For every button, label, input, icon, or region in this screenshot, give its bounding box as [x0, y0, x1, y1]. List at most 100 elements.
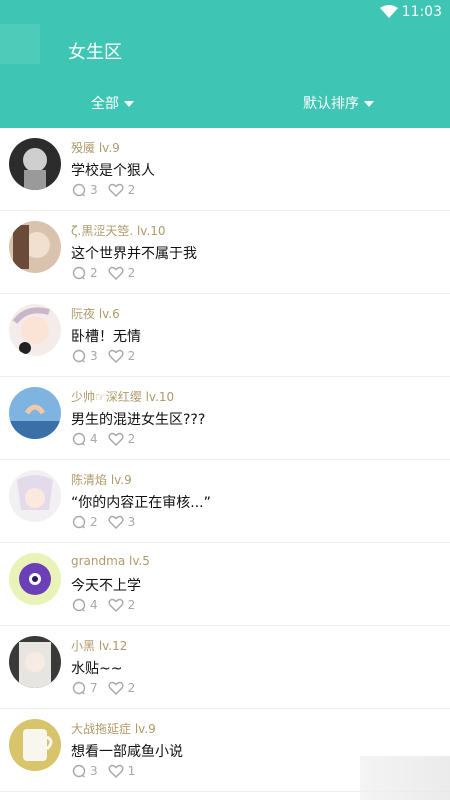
avatar[interactable]	[9, 138, 61, 190]
like-count-value: 1	[127, 764, 136, 778]
comment-count-value: 3	[90, 764, 98, 778]
comment-count-value: 2	[90, 515, 98, 529]
avatar[interactable]	[9, 470, 61, 522]
avatar[interactable]	[9, 221, 61, 273]
filter-all-label: 全部	[91, 96, 119, 112]
comment-count[interactable]: 3	[72, 349, 98, 363]
header-decoration	[0, 24, 40, 64]
username[interactable]: 少帅☞深红缨 lv.10	[71, 388, 174, 405]
post-row[interactable]: 少帅☞深红缨 lv.10 男生的混进女生区??? 4 2	[0, 377, 450, 460]
comment-count-value: 3	[90, 183, 98, 197]
heart-icon	[108, 681, 124, 695]
avatar[interactable]	[9, 387, 61, 439]
comment-count-value: 7	[90, 681, 98, 695]
heart-icon	[108, 349, 124, 363]
comment-icon	[72, 183, 86, 197]
comment-count-value: 4	[90, 432, 98, 446]
username[interactable]: grandma lv.5	[71, 554, 150, 568]
page-title: 女生区	[68, 42, 122, 63]
header: 女生区 全部 默认排序	[0, 24, 450, 128]
post-title[interactable]: 学校是个狠人	[71, 160, 155, 180]
post-title[interactable]: 卧槽！无情	[71, 326, 141, 346]
like-count-value: 2	[127, 432, 136, 446]
post-stats: 3 2	[72, 183, 145, 197]
like-count[interactable]: 2	[108, 598, 136, 612]
comment-count-value: 4	[90, 598, 98, 612]
post-row[interactable]: 阮夜 lv.6 卧槽！无情 3 2	[0, 294, 450, 377]
avatar[interactable]	[9, 553, 61, 605]
username[interactable]: ζ.黒涩天箜. lv.10	[71, 222, 166, 239]
like-count[interactable]: 2	[108, 681, 136, 695]
post-title[interactable]: 水贴~~	[71, 658, 122, 678]
like-count-value: 2	[127, 681, 136, 695]
heart-icon	[108, 266, 124, 280]
caret-down-icon	[124, 100, 134, 107]
post-title[interactable]: 想看一部咸鱼小说	[71, 741, 183, 761]
post-title[interactable]: 男生的混进女生区???	[71, 409, 205, 429]
sort-dropdown[interactable]: 默认排序	[303, 93, 374, 113]
like-count[interactable]: 2	[108, 183, 135, 197]
post-row[interactable]: 小黑 lv.12 水贴~~ 7 2	[0, 626, 450, 709]
comment-count[interactable]: 3	[72, 764, 98, 778]
post-stats: 3 1	[72, 764, 145, 778]
comment-icon	[72, 266, 86, 280]
like-count[interactable]: 2	[108, 349, 136, 363]
comment-count[interactable]: 4	[72, 432, 98, 446]
avatar[interactable]	[9, 304, 61, 356]
avatar[interactable]	[9, 719, 61, 771]
comment-icon	[72, 349, 86, 363]
like-count[interactable]: 2	[108, 432, 136, 446]
post-stats: 3 2	[72, 349, 145, 363]
post-stats: 2 3	[72, 515, 145, 529]
username[interactable]: 小黑 lv.12	[71, 637, 127, 654]
comment-icon	[72, 515, 86, 529]
post-stats: 4 2	[72, 598, 145, 612]
comment-icon	[72, 681, 86, 695]
comment-count[interactable]: 7	[72, 681, 98, 695]
filter-all-dropdown[interactable]: 全部	[91, 93, 134, 113]
avatar[interactable]	[9, 636, 61, 688]
comment-icon	[72, 764, 86, 778]
post-row[interactable]: 陈清焰 lv.9 “你的内容正在审核...” 2 3	[0, 460, 450, 543]
post-title[interactable]: 今天不上学	[71, 575, 141, 595]
post-title[interactable]: “你的内容正在审核...”	[71, 492, 211, 512]
comment-count[interactable]: 2	[72, 515, 98, 529]
post-stats: 4 2	[72, 432, 145, 446]
username[interactable]: 阮夜 lv.6	[71, 305, 120, 322]
comment-count-value: 3	[90, 349, 98, 363]
heart-icon	[108, 764, 124, 778]
heart-icon	[108, 183, 124, 197]
post-row[interactable]: 殁魇 lv.9 学校是个狠人 3 2	[0, 128, 450, 211]
status-time: 11:03	[401, 4, 442, 20]
post-title[interactable]: 这个世界并不属于我	[71, 243, 197, 263]
username[interactable]: 陈清焰 lv.9	[71, 471, 132, 488]
post-row[interactable]: grandma lv.5 今天不上学 4 2	[0, 543, 450, 626]
post-stats: 7 2	[72, 681, 145, 695]
like-count-value: 2	[127, 266, 136, 280]
comment-count-value: 2	[90, 266, 98, 280]
caret-down-icon	[364, 100, 374, 107]
like-count[interactable]: 1	[108, 764, 136, 778]
comment-icon	[72, 598, 86, 612]
like-count-value: 3	[127, 515, 136, 529]
comment-icon	[72, 432, 86, 446]
sort-label: 默认排序	[303, 96, 359, 112]
like-count[interactable]: 2	[108, 266, 136, 280]
heart-icon	[108, 515, 124, 529]
post-stats: 2 2	[72, 266, 145, 280]
comment-count[interactable]: 4	[72, 598, 98, 612]
username[interactable]: 大战拖延症 lv.9	[71, 720, 156, 737]
comment-count[interactable]: 3	[72, 183, 98, 197]
heart-icon	[108, 598, 124, 612]
like-count-value: 2	[127, 349, 136, 363]
username[interactable]: 殁魇 lv.9	[71, 139, 120, 156]
watermark	[360, 756, 450, 800]
post-row[interactable]: ζ.黒涩天箜. lv.10 这个世界并不属于我 2 2	[0, 211, 450, 294]
heart-icon	[108, 432, 124, 446]
comment-count[interactable]: 2	[72, 266, 98, 280]
like-count-value: 2	[127, 598, 136, 612]
wifi-icon	[380, 5, 398, 18]
like-count[interactable]: 3	[108, 515, 136, 529]
post-list: 殁魇 lv.9 学校是个狠人 3 2 ζ.黒涩天箜. lv.10 这个世界并不属…	[0, 128, 450, 792]
status-bar: 11:03	[0, 0, 450, 24]
